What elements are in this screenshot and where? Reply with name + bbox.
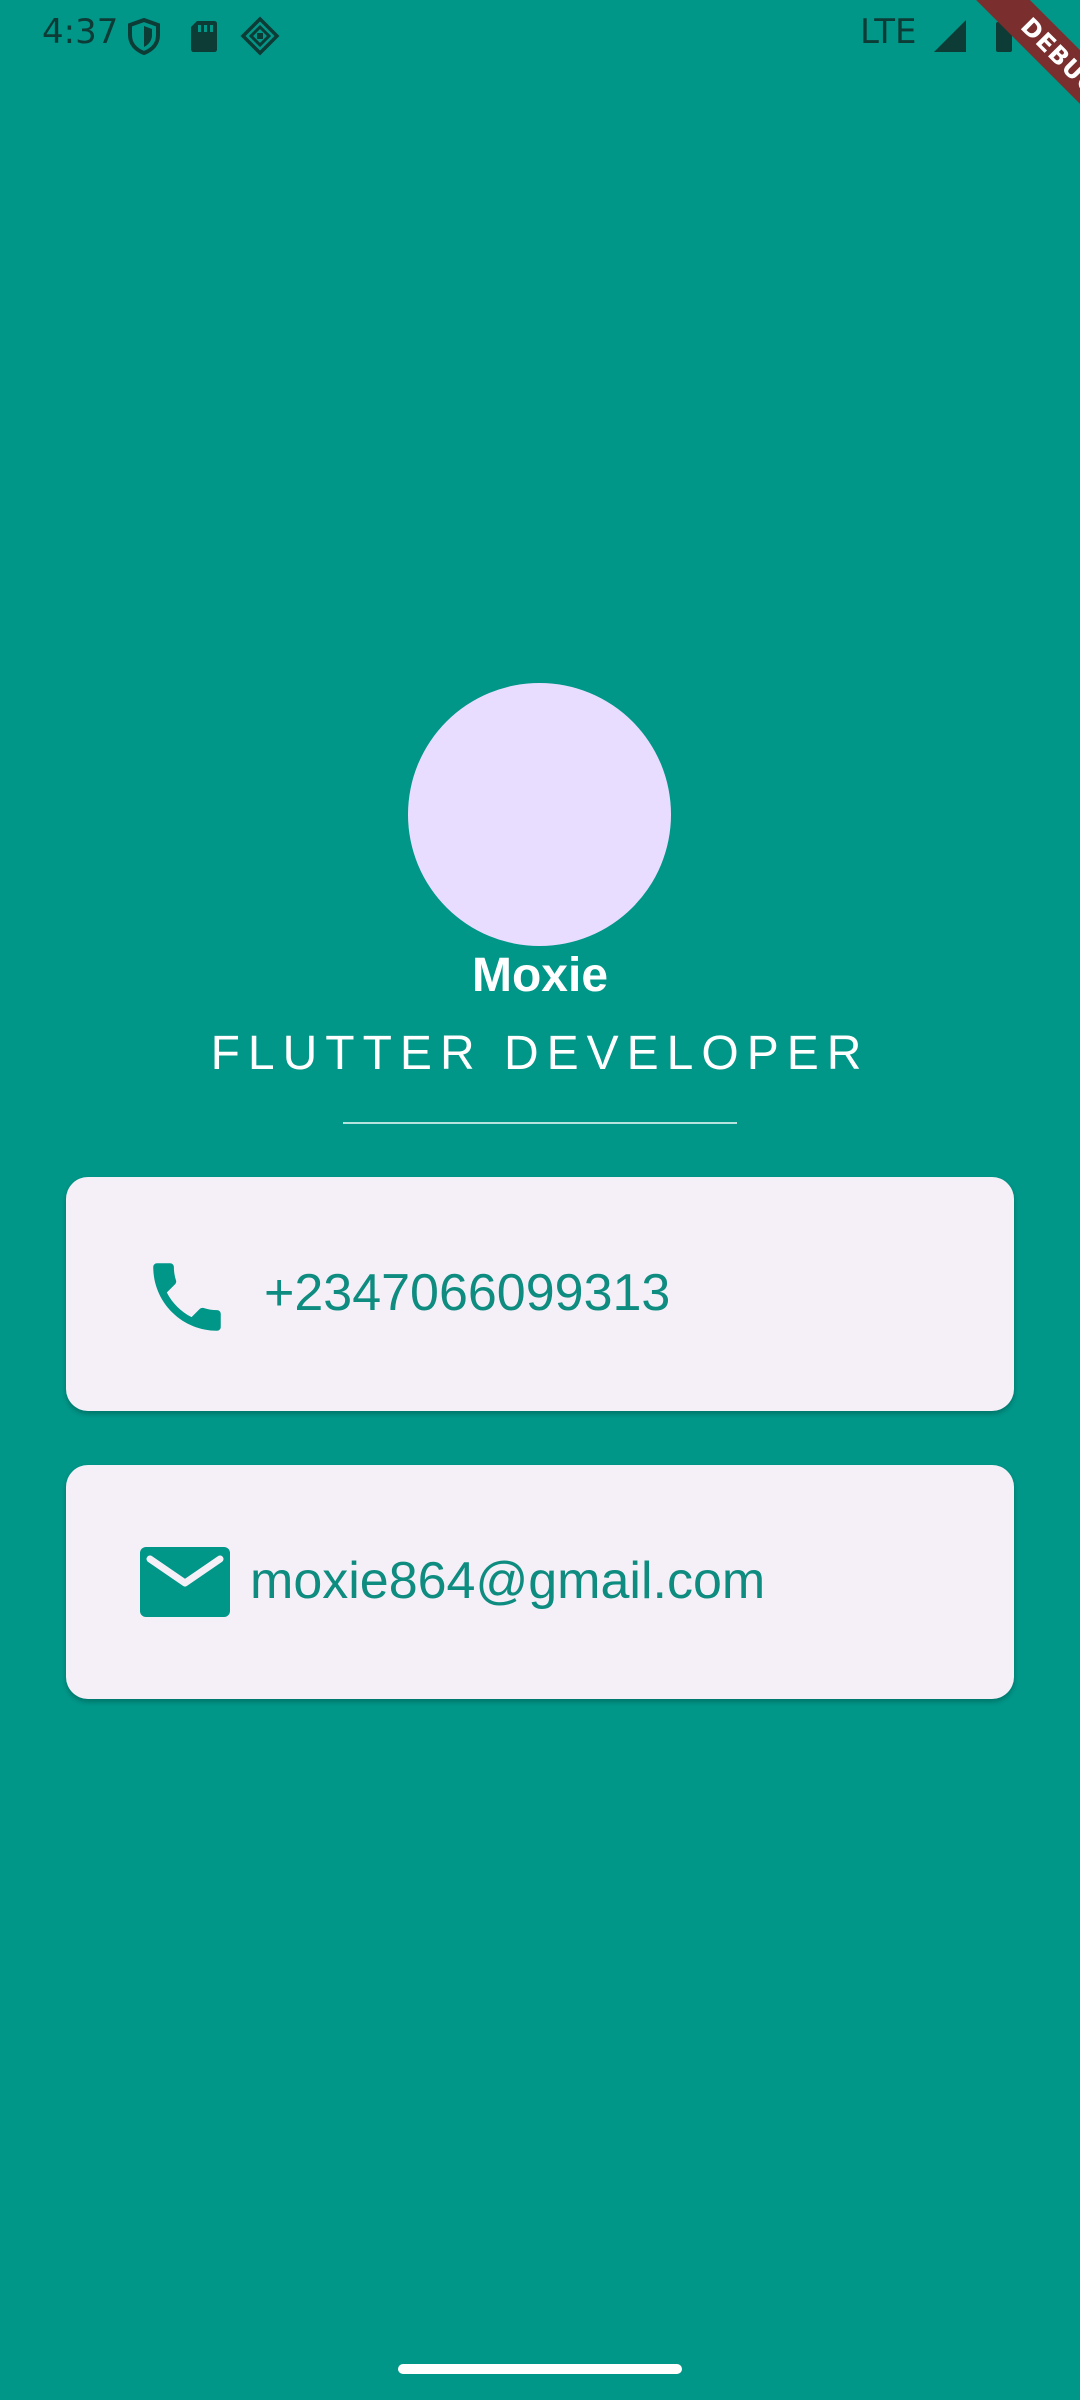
debug-banner: DEBUG [920, 0, 1080, 160]
mail-icon [140, 1547, 230, 1617]
email-address: moxie864@gmail.com [250, 1552, 766, 1610]
network-type: LTE [860, 12, 917, 52]
phone-icon [142, 1252, 232, 1342]
divider [343, 1122, 737, 1124]
cast-icon [240, 16, 280, 56]
home-indicator[interactable] [398, 2364, 682, 2374]
avatar [408, 683, 671, 946]
debug-banner-label: DEBUG [954, 0, 1080, 160]
email-card[interactable]: moxie864@gmail.com [66, 1465, 1014, 1699]
profile-title: FLUTTER DEVELOPER [210, 1027, 870, 1080]
status-time: 4:37 [42, 12, 119, 52]
status-bar: 4:37 LTE [0, 0, 1080, 72]
shield-icon [124, 16, 164, 56]
phone-number: +2347066099313 [264, 1264, 671, 1322]
profile-name: Moxie [471, 949, 609, 1002]
phone-card[interactable]: +2347066099313 [66, 1177, 1014, 1411]
sd-card-icon [184, 16, 224, 56]
